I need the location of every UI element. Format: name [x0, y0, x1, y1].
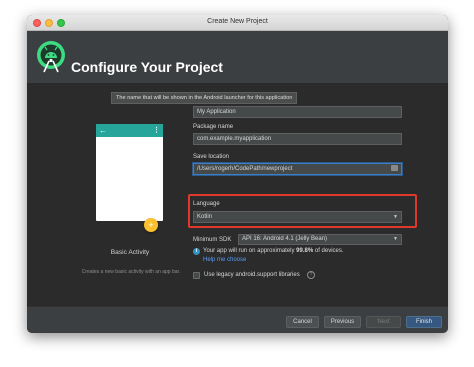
back-arrow-icon: ← — [99, 126, 107, 135]
android-studio-icon — [37, 41, 65, 73]
save-location-value: /Users/rogerh/CodePath/newproject — [197, 166, 293, 172]
chevron-down-icon: ▼ — [393, 214, 398, 220]
chevron-down-icon: ▼ — [393, 236, 398, 242]
name-field[interactable]: My Application — [193, 106, 402, 118]
info-icon: i — [193, 248, 200, 255]
wizard-header: Configure Your Project — [27, 31, 448, 83]
cancel-button[interactable]: Cancel — [286, 316, 319, 328]
save-location-field[interactable]: /Users/rogerh/CodePath/newproject — [193, 163, 402, 175]
activity-name: Basic Activity — [110, 249, 150, 256]
name-tooltip: The name that will be shown in the Andro… — [111, 92, 298, 104]
language-select[interactable]: Kotlin ▼ — [193, 211, 402, 223]
help-question-icon[interactable]: ? — [307, 271, 315, 279]
device-coverage-text: Your app will run on approximately 99.8%… — [203, 248, 344, 254]
help-me-choose-link[interactable]: Help me choose — [203, 257, 246, 263]
folder-icon[interactable] — [391, 165, 398, 171]
language-value: Kotlin — [197, 214, 213, 220]
window-title: Create New Project — [207, 18, 268, 25]
package-name-field[interactable]: com.example.myapplication — [193, 133, 402, 145]
finish-button[interactable]: Finish — [406, 316, 442, 328]
activity-preview: ← ⋮ — [96, 124, 163, 221]
package-name-label: Package name — [193, 124, 234, 130]
next-button[interactable]: Next — [366, 316, 401, 328]
fab-plus-icon: + — [144, 218, 158, 232]
minimum-sdk-select[interactable]: API 16: Android 4.1 (Jelly Bean) ▼ — [238, 234, 402, 245]
wizard-content: The name that will be shown in the Andro… — [27, 83, 448, 306]
title-bar: Create New Project — [27, 15, 448, 31]
previous-button[interactable]: Previous — [324, 316, 361, 328]
overflow-menu-icon: ⋮ — [153, 127, 160, 134]
activity-description: Creates a new basic activity with an app… — [81, 269, 181, 275]
save-location-label: Save location — [193, 154, 230, 160]
page-title: Configure Your Project — [71, 59, 223, 75]
minimum-sdk-label: Minimum SDK — [193, 237, 232, 243]
legacy-support-label: Use legacy android.support libraries — [204, 272, 300, 278]
wizard-footer: Cancel Previous Next Finish — [27, 306, 448, 333]
preview-app-bar: ← ⋮ — [96, 124, 163, 137]
language-label: Language — [193, 201, 220, 207]
minimum-sdk-value: API 16: Android 4.1 (Jelly Bean) — [242, 236, 328, 242]
legacy-support-checkbox[interactable] — [193, 272, 200, 279]
create-project-window: Create New Project Configure Your Projec… — [27, 15, 448, 333]
device-coverage-percent: 99.8% — [296, 248, 314, 254]
